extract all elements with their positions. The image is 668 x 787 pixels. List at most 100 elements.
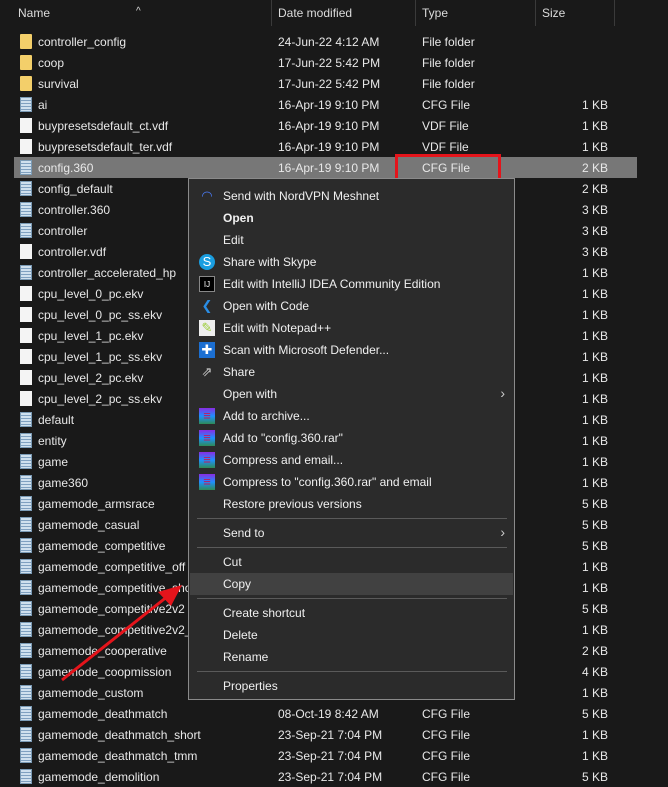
menu-item-edit-with-intellij-idea-community-edition[interactable]: IJ Edit with IntelliJ IDEA Community Edit… — [190, 273, 513, 295]
menu-item-label: Restore previous versions — [223, 497, 362, 511]
column-header-name[interactable]: Name — [18, 6, 50, 20]
file-type: CFG File — [422, 98, 470, 112]
folder-file-icon — [20, 55, 32, 70]
menu-item-rename[interactable]: Rename — [190, 646, 513, 668]
file-type: File folder — [422, 56, 475, 70]
file-name: controller_accelerated_hp — [38, 266, 177, 280]
menu-item-open-with-code[interactable]: ❮ Open with Code — [190, 295, 513, 317]
menu-item-share[interactable]: ⇗ Share — [190, 361, 513, 383]
column-divider[interactable] — [535, 0, 536, 26]
file-row[interactable]: buypresetsdefault_ter.vdf 16-Apr-19 9:10 … — [14, 136, 637, 157]
defender-icon: ✚ — [199, 342, 215, 358]
file-size: 1 KB — [581, 98, 608, 112]
cfg-file-icon — [20, 517, 32, 532]
column-header-size[interactable]: Size — [542, 6, 565, 20]
menu-item-add-to-archive[interactable]: ≡ Add to archive... — [190, 405, 513, 427]
file-name: gamemode_cooperative — [38, 644, 167, 658]
file-size: 5 KB — [581, 518, 608, 532]
file-name: cpu_level_1_pc_ss.ekv — [38, 350, 163, 364]
file-size: 1 KB — [581, 560, 608, 574]
column-divider[interactable] — [271, 0, 272, 26]
file-size: 1 KB — [581, 581, 608, 595]
column-divider[interactable] — [415, 0, 416, 26]
file-row[interactable]: ai 16-Apr-19 9:10 PM CFG File 1 KB — [14, 94, 637, 115]
file-row[interactable]: gamemode_deathmatch_short 23-Sep-21 7:04 … — [14, 724, 637, 745]
file-size: 5 KB — [581, 497, 608, 511]
file-name: coop — [38, 56, 65, 70]
file-size: 3 KB — [581, 203, 608, 217]
file-row[interactable]: coop 17-Jun-22 5:42 PM File folder — [14, 52, 637, 73]
menu-item-copy[interactable]: Copy — [190, 573, 513, 595]
file-size: 1 KB — [581, 623, 608, 637]
menu-item-compress-and-email[interactable]: ≡ Compress and email... — [190, 449, 513, 471]
winrar-icon: ≡ — [199, 408, 215, 424]
file-date: 17-Jun-22 5:42 PM — [278, 77, 381, 91]
menu-separator — [197, 518, 507, 519]
cfg-file-icon — [20, 580, 32, 595]
file-name: gamemode_deathmatch_short — [38, 728, 201, 742]
menu-item-delete[interactable]: Delete — [190, 624, 513, 646]
file-name: gamemode_competitive2v2_ — [38, 623, 192, 637]
file-size: 1 KB — [581, 434, 608, 448]
menu-item-share-with-skype[interactable]: S Share with Skype — [190, 251, 513, 273]
file-date: 16-Apr-19 9:10 PM — [278, 98, 380, 112]
file-row[interactable]: config.360 16-Apr-19 9:10 PM CFG File 2 KB — [14, 157, 637, 178]
file-name: gamemode_competitive — [38, 539, 166, 553]
column-header-date[interactable]: Date modified — [278, 6, 352, 20]
menu-item-open-with[interactable]: Open with › — [190, 383, 513, 405]
file-size: 1 KB — [581, 749, 608, 763]
file-row[interactable]: survival 17-Jun-22 5:42 PM File folder — [14, 73, 637, 94]
file-name: gamemode_demolition — [38, 770, 160, 784]
menu-item-add-to-config-360-rar[interactable]: ≡ Add to "config.360.rar" — [190, 427, 513, 449]
blank-file-icon — [20, 307, 32, 322]
cfg-file-icon — [20, 622, 32, 637]
menu-item-restore-previous-versions[interactable]: Restore previous versions — [190, 493, 513, 515]
menu-item-send-to[interactable]: Send to › — [190, 522, 513, 544]
file-size: 4 KB — [581, 665, 608, 679]
file-row[interactable]: buypresetsdefault_ct.vdf 16-Apr-19 9:10 P… — [14, 115, 637, 136]
folder-file-icon — [20, 34, 32, 49]
menu-item-edit-with-notepad[interactable]: ✎ Edit with Notepad++ — [190, 317, 513, 339]
folder-file-icon — [20, 76, 32, 91]
menu-item-open[interactable]: Open — [190, 207, 513, 229]
menu-item-cut[interactable]: Cut — [190, 551, 513, 573]
file-size: 2 KB — [581, 644, 608, 658]
file-row[interactable]: gamemode_deathmatch_tmm 23-Sep-21 7:04 PM… — [14, 745, 637, 766]
cfg-file-icon — [20, 265, 32, 280]
winrar-icon: ≡ — [199, 452, 215, 468]
file-size: 1 KB — [581, 140, 608, 154]
file-size: 1 KB — [581, 329, 608, 343]
cfg-file-icon — [20, 538, 32, 553]
menu-item-label: Edit — [223, 233, 244, 247]
file-date: 23-Sep-21 7:04 PM — [278, 749, 383, 763]
column-divider[interactable] — [614, 0, 615, 26]
winrar-icon: ≡ — [199, 430, 215, 446]
file-name: game360 — [38, 476, 89, 490]
file-type: File folder — [422, 77, 475, 91]
cfg-file-icon — [20, 685, 32, 700]
menu-item-edit[interactable]: Edit — [190, 229, 513, 251]
file-name: ai — [38, 98, 48, 112]
file-row[interactable]: controller_config 24-Jun-22 4:12 AM File f… — [14, 31, 637, 52]
menu-item-scan-with-microsoft-defender[interactable]: ✚ Scan with Microsoft Defender... — [190, 339, 513, 361]
menu-item-create-shortcut[interactable]: Create shortcut — [190, 602, 513, 624]
menu-item-label: Properties — [223, 679, 278, 693]
share-icon: ⇗ — [201, 364, 213, 379]
menu-item-label: Add to "config.360.rar" — [223, 431, 343, 445]
column-header-type[interactable]: Type — [422, 6, 448, 20]
cfg-file-icon — [20, 601, 32, 616]
menu-item-properties[interactable]: Properties — [190, 675, 513, 697]
blank-file-icon — [20, 286, 32, 301]
menu-item-send-with-nordvpn-meshnet[interactable]: ◠ Send with NordVPN Meshnet — [190, 185, 513, 207]
cfg-file-icon — [20, 748, 32, 763]
menu-item-label: Delete — [223, 628, 258, 642]
menu-item-compress-to-config-360-rar-and-email[interactable]: ≡ Compress to "config.360.rar" and email — [190, 471, 513, 493]
file-row[interactable]: gamemode_demolition 23-Sep-21 7:04 PM CFG … — [14, 766, 637, 787]
file-type: VDF File — [422, 140, 469, 154]
file-size: 3 KB — [581, 245, 608, 259]
blank-file-icon — [20, 370, 32, 385]
cfg-file-icon — [20, 202, 32, 217]
file-type: CFG File — [422, 749, 470, 763]
file-date: 16-Apr-19 9:10 PM — [278, 119, 380, 133]
file-row[interactable]: gamemode_deathmatch 08-Oct-19 8:42 AM CFG … — [14, 703, 637, 724]
